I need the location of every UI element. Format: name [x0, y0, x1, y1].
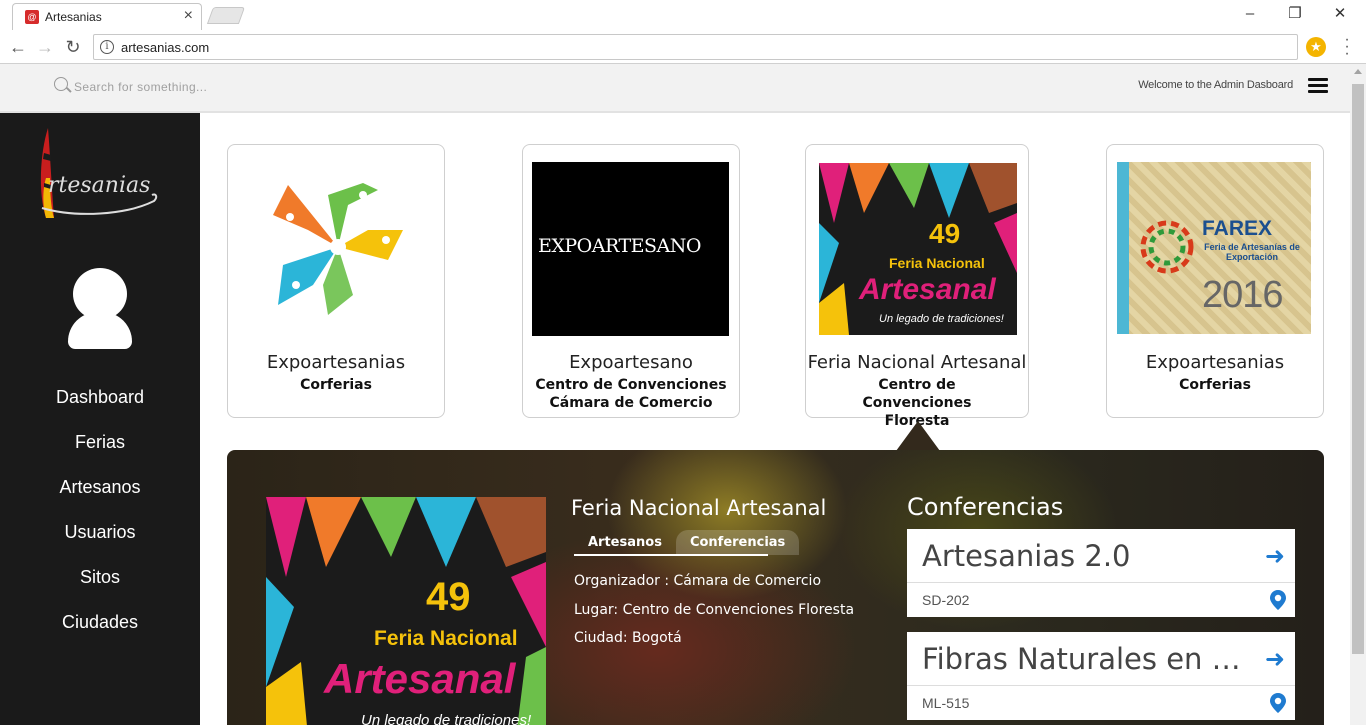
hamburger-menu-icon[interactable] [1308, 78, 1328, 93]
tabs-underline [574, 554, 768, 556]
arrow-right-icon[interactable]: ➜ [1265, 529, 1285, 582]
minimize-icon[interactable]: – [1230, 3, 1270, 25]
fair-title: Expoartesano [569, 352, 693, 373]
forward-arrow-icon[interactable]: → [34, 36, 56, 58]
user-avatar-icon[interactable] [65, 268, 135, 353]
browser-menu-icon[interactable]: · · · [1342, 32, 1352, 62]
detail-poster-line1: Feria Nacional [374, 627, 518, 650]
expoartesanias-logo [273, 183, 403, 315]
fair-venue: Corferias [300, 377, 372, 393]
fair-card[interactable]: Expoartesanias Corferias [227, 144, 445, 418]
browser-tab[interactable]: @ Artesanias × [12, 3, 202, 30]
back-arrow-icon[interactable]: ← [7, 36, 29, 58]
extension-star-icon[interactable]: ★ [1306, 37, 1326, 57]
close-window-icon[interactable]: ✕ [1320, 3, 1360, 25]
detail-poster-line2: Artesanal [324, 655, 516, 702]
poster-line1: Feria Nacional [889, 255, 985, 271]
conference-card[interactable]: Fibras Naturales en Artesanias ➜ ML-515 [907, 632, 1295, 720]
detail-poster-number: 49 [426, 575, 471, 619]
fair-venue: Corferias [1179, 377, 1251, 393]
detail-title: Feria Nacional Artesanal [571, 496, 827, 520]
sidebar: rtesanias Dashboard Ferias Artesanos Usu… [0, 113, 200, 725]
tab-artesanos[interactable]: Artesanos [574, 530, 676, 555]
info-icon[interactable]: i [100, 40, 114, 54]
fair-title: Expoartesanias [266, 352, 406, 373]
fair-card[interactable]: FAREX Feria de Artesanías de Exportación… [1106, 144, 1324, 418]
sidebar-item-artesanos[interactable]: Artesanos [0, 473, 200, 518]
detail-city: Ciudad: Bogotá [574, 630, 682, 646]
detail-poster: 49 Feria Nacional Artesanal Un legado de… [266, 497, 546, 725]
page-topbar: Welcome to the Admin Dasboard [0, 64, 1350, 113]
reload-icon[interactable]: ↻ [62, 36, 84, 58]
expoartesano-poster-text: EXPOARTESANO [538, 235, 701, 257]
feria-nacional-poster: 49 Feria Nacional Artesanal Un legado de… [819, 163, 1017, 335]
selection-pointer [896, 421, 940, 451]
new-tab-button[interactable] [206, 7, 246, 24]
tab-close-icon[interactable]: × [184, 7, 193, 25]
sidebar-item-usuarios[interactable]: Usuarios [0, 518, 200, 563]
detail-place: Lugar: Centro de Convenciones Floresta [574, 602, 855, 618]
sidebar-item-ferias[interactable]: Ferias [0, 428, 200, 473]
address-bar: ← → ↻ i artesanias.com ★ · · · [0, 30, 1366, 64]
url-text: artesanias.com [121, 40, 210, 55]
search-icon [54, 77, 68, 91]
logo-text: rtesanias [48, 173, 151, 198]
poster-tagline: Un legado de tradiciones! [879, 313, 1004, 325]
search-input[interactable] [74, 77, 474, 97]
sidebar-item-sitos[interactable]: Sitos [0, 563, 200, 608]
conference-name: Artesanias 2.0 [922, 539, 1131, 573]
map-pin-icon[interactable] [1269, 589, 1287, 611]
fair-card[interactable]: EXPOARTESANO Expoartesano Centro de Conv… [522, 144, 740, 418]
sidebar-menu: Dashboard Ferias Artesanos Usuarios Sito… [0, 383, 200, 653]
tab-title: Artesanias [45, 10, 102, 24]
site-favicon-icon: @ [25, 10, 39, 24]
welcome-text: Welcome to the Admin Dasboard [1138, 79, 1293, 91]
farex-poster: FAREX Feria de Artesanías de Exportación… [1117, 162, 1311, 334]
conference-room: ML-515 [922, 695, 970, 711]
poster-number: 49 [929, 218, 961, 249]
detail-tabs: Artesanos Conferencias [574, 530, 800, 556]
poster-line2: Artesanal [859, 273, 996, 306]
url-field[interactable]: i artesanias.com [93, 34, 1298, 60]
restore-icon[interactable]: ❐ [1275, 3, 1315, 25]
page-scrollbar[interactable] [1350, 64, 1366, 725]
fair-title: Expoartesanias [1145, 352, 1285, 373]
conference-card[interactable]: Artesanias 2.0 ➜ SD-202 [907, 529, 1295, 617]
sidebar-item-dashboard[interactable]: Dashboard [0, 383, 200, 428]
artesanias-logo[interactable]: rtesanias [36, 123, 161, 218]
browser-tab-bar: @ Artesanias × – ❐ ✕ [0, 0, 1366, 30]
fair-card[interactable]: 49 Feria Nacional Artesanal Un legado de… [805, 144, 1029, 429]
expoartesano-poster: EXPOARTESANO [532, 162, 729, 336]
scroll-up-icon[interactable] [1354, 69, 1362, 74]
sidebar-item-ciudades[interactable]: Ciudades [0, 608, 200, 653]
conference-room: SD-202 [922, 592, 970, 608]
detail-organizer: Organizador : Cámara de Comercio [574, 573, 822, 589]
map-pin-icon[interactable] [1269, 692, 1287, 714]
fair-detail-panel: 49 Feria Nacional Artesanal Un legado de… [227, 450, 1324, 725]
detail-poster-tagline: Un legado de tradiciones! [361, 712, 532, 725]
conferences-heading: Conferencias [907, 493, 1064, 521]
conference-name: Fibras Naturales en Artesanias [922, 642, 1295, 676]
tab-conferencias[interactable]: Conferencias [675, 530, 800, 555]
fair-title: Feria Nacional Artesanal [807, 352, 1027, 373]
fair-venue: Centro de Convenciones Cámara de Comerci… [535, 377, 727, 411]
arrow-right-icon[interactable]: ➜ [1265, 632, 1285, 685]
scroll-thumb[interactable] [1352, 84, 1364, 654]
